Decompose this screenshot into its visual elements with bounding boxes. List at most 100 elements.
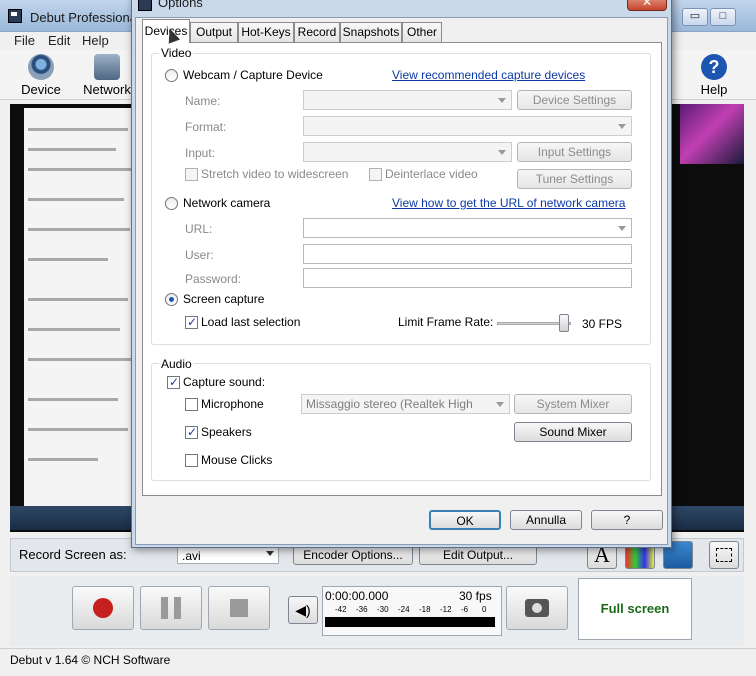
- capture-sound-checkbox[interactable]: [167, 375, 180, 389]
- system-mixer-button[interactable]: System Mixer: [514, 394, 632, 414]
- ok-button[interactable]: OK: [429, 510, 501, 530]
- webcam-radio[interactable]: [165, 69, 178, 82]
- microphone-label: Microphone: [201, 397, 264, 411]
- mouse-clicks-checkbox[interactable]: [185, 454, 198, 467]
- frame-rate-value: 30 FPS: [582, 317, 623, 331]
- stop-icon: [230, 599, 248, 617]
- sound-mixer-button[interactable]: Sound Mixer: [514, 422, 632, 442]
- level-meter-scale: -42 -36 -30 -24 -18 -12 -6 0: [335, 605, 495, 615]
- audio-source-select[interactable]: Missaggio stereo (Realtek High: [301, 394, 510, 414]
- tab-output[interactable]: Output: [190, 22, 238, 42]
- load-last-selection-checkbox[interactable]: [185, 315, 198, 329]
- chevron-down-icon: [498, 150, 506, 155]
- device-name-select[interactable]: [303, 90, 512, 110]
- select-region-icon[interactable]: [709, 541, 739, 569]
- meter-tick-label: 0: [482, 605, 487, 614]
- format-label: Format:: [185, 120, 227, 134]
- app-icon: [8, 9, 22, 23]
- url-select[interactable]: [303, 218, 632, 238]
- video-group-label: Video: [159, 46, 194, 60]
- webcam-label: Webcam / Capture Device: [183, 68, 323, 82]
- devices-tab-panel: Video Webcam / Capture Device View recom…: [142, 42, 662, 496]
- help-button[interactable]: ? Help: [694, 52, 734, 98]
- chevron-down-icon: [266, 551, 274, 556]
- stretch-checkbox[interactable]: [185, 168, 198, 181]
- minimize-icon[interactable]: ▭: [682, 8, 708, 26]
- pause-button[interactable]: [140, 586, 202, 630]
- network-button[interactable]: Network: [82, 52, 132, 98]
- tab-snapshots[interactable]: Snapshots: [340, 22, 402, 42]
- webcam-icon: [28, 54, 54, 80]
- input-settings-button[interactable]: Input Settings: [517, 142, 632, 162]
- options-app-icon: [138, 0, 152, 11]
- device-input-select[interactable]: [303, 142, 512, 162]
- timecode: 0:00:00.000: [325, 589, 389, 603]
- volume-button[interactable]: ◀): [288, 596, 318, 624]
- level-meter: [325, 617, 495, 627]
- meter-tick-label: -36: [356, 605, 368, 614]
- device-settings-button[interactable]: Device Settings: [517, 90, 632, 110]
- snapshot-button[interactable]: [506, 586, 568, 630]
- stop-button[interactable]: [208, 586, 270, 630]
- device-button[interactable]: Device: [18, 52, 64, 98]
- cancel-button[interactable]: Annulla: [510, 510, 582, 530]
- deinterlace-checkbox[interactable]: [369, 168, 382, 181]
- dialog-title: Options: [158, 0, 203, 10]
- recommended-devices-link[interactable]: View recommended capture devices: [392, 68, 585, 82]
- record-icon: [93, 598, 113, 618]
- fullscreen-button[interactable]: Full screen: [578, 578, 692, 640]
- format-select-value: .avi: [182, 549, 201, 563]
- meter-tick-label: -18: [419, 605, 431, 614]
- help-dialog-button[interactable]: ?: [591, 510, 663, 530]
- tuner-settings-button[interactable]: Tuner Settings: [517, 169, 632, 189]
- record-button[interactable]: [72, 586, 134, 630]
- encoder-options-button[interactable]: Encoder Options...: [293, 545, 413, 565]
- menu-help[interactable]: Help: [82, 33, 109, 48]
- camera-icon: [525, 599, 549, 617]
- tab-other[interactable]: Other: [402, 22, 442, 42]
- stretch-label: Stretch video to widescreen: [201, 167, 349, 181]
- input-label: Input:: [185, 146, 216, 160]
- url-label: URL:: [185, 222, 213, 236]
- screen-capture-label: Screen capture: [183, 292, 265, 306]
- menu-file[interactable]: File: [14, 33, 35, 48]
- tab-hot-keys[interactable]: Hot-Keys: [238, 22, 294, 42]
- mouse-clicks-label: Mouse Clicks: [201, 453, 273, 467]
- maximize-icon[interactable]: □: [710, 8, 736, 26]
- menu-edit[interactable]: Edit: [48, 33, 70, 48]
- frame-rate-label: Limit Frame Rate:: [398, 315, 494, 329]
- password-label: Password:: [185, 272, 242, 286]
- help-button-label: Help: [700, 82, 728, 97]
- chevron-down-icon: [496, 402, 504, 407]
- chevron-down-icon: [498, 98, 506, 103]
- dialog-body: Devices Output Hot-Keys Record Snapshots…: [135, 17, 668, 545]
- name-label: Name:: [185, 94, 221, 108]
- preview-desktop-image: [680, 104, 744, 164]
- screen-capture-radio[interactable]: [165, 293, 178, 306]
- password-input[interactable]: [303, 268, 632, 288]
- record-screen-label: Record Screen as:: [19, 547, 127, 562]
- speakers-checkbox[interactable]: [185, 425, 198, 439]
- transport-controls: ◀) 0:00:00.000 30 fps -42 -36 -30 -24 -18 -12…: [10, 576, 744, 646]
- options-dialog: Options ✕ Devices Output Hot-Keys Record…: [131, 0, 672, 548]
- user-input[interactable]: [303, 244, 632, 264]
- audio-source-value: Missaggio stereo (Realtek High: [306, 397, 473, 411]
- format-select[interactable]: .avi: [177, 546, 279, 564]
- meter-tick-label: -24: [398, 605, 410, 614]
- time-display: 0:00:00.000 30 fps -42 -36 -30 -24 -18 -12 -6 0: [322, 586, 502, 636]
- frame-rate-slider[interactable]: [558, 314, 569, 332]
- network-camera-radio[interactable]: [165, 197, 178, 210]
- close-icon[interactable]: ✕: [627, 0, 667, 11]
- network-camera-url-link[interactable]: View how to get the URL of network camer…: [392, 196, 625, 210]
- audio-group-label: Audio: [159, 357, 194, 371]
- meter-tick-label: -30: [377, 605, 389, 614]
- deinterlace-label: Deinterlace video: [385, 167, 478, 181]
- edit-output-button[interactable]: Edit Output...: [419, 545, 537, 565]
- device-format-select[interactable]: [303, 116, 632, 136]
- meter-tick-label: -6: [461, 605, 469, 614]
- fps-readout: 30 fps: [459, 589, 492, 603]
- microphone-checkbox[interactable]: [185, 398, 198, 411]
- load-last-selection-label: Load last selection: [201, 315, 301, 329]
- tab-record[interactable]: Record: [294, 22, 340, 42]
- meter-tick-label: -42: [335, 605, 347, 614]
